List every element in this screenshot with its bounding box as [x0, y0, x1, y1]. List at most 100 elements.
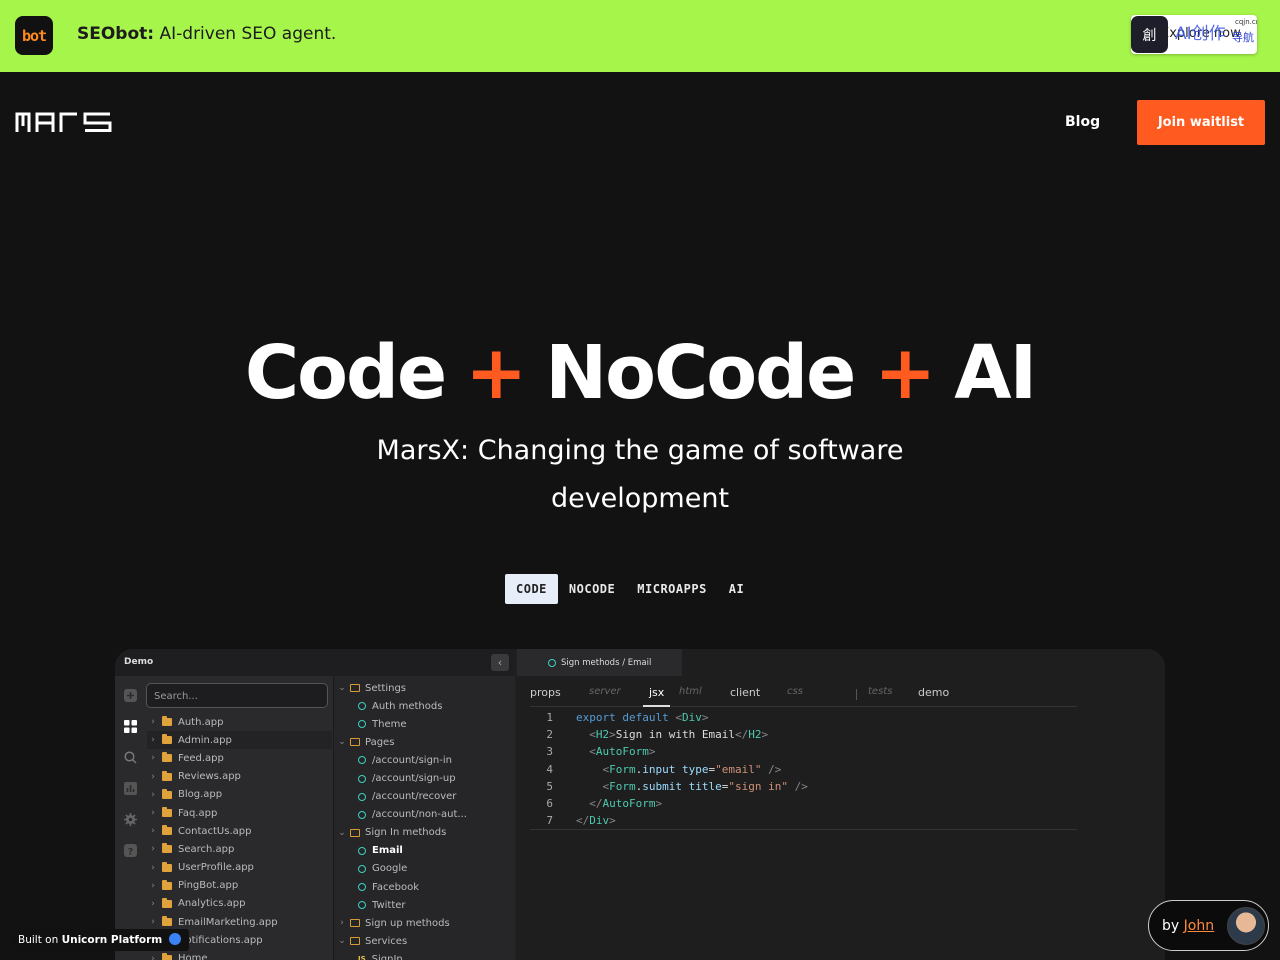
author-link[interactable]: John	[1184, 918, 1214, 934]
tree-item[interactable]: Facebook	[336, 878, 516, 896]
code-line: 3 < AutoForm >	[530, 743, 1077, 760]
tree-label: Settings	[365, 682, 407, 694]
editor-tab-props[interactable]: props	[530, 686, 561, 699]
app-list-item[interactable]: › Admin.app	[147, 731, 332, 750]
app-name: Blog.app	[178, 789, 223, 801]
tree-folder[interactable]: ⌄ Pages	[336, 733, 516, 751]
tree-item[interactable]: Twitter	[336, 896, 516, 914]
editor-sub-tabs: props server jsx html client css tests demo	[530, 684, 1077, 707]
editor-tab-client[interactable]: client	[730, 686, 760, 699]
tree-folder[interactable]: ⌄ Sign In methods	[336, 824, 516, 842]
component-icon	[358, 774, 366, 783]
tab-nocode[interactable]: NOCODE	[558, 574, 626, 604]
tree-item[interactable]: Google	[336, 860, 516, 878]
app-list-item[interactable]: › Analytics.app	[147, 895, 332, 913]
gear-icon[interactable]	[124, 813, 137, 826]
tree-folder[interactable]: ⌄ Settings	[336, 679, 516, 697]
code-token: <	[589, 745, 596, 759]
tree-item[interactable]: /account/sign-up	[336, 769, 516, 787]
tree-label: Email	[372, 845, 403, 857]
editor-tab-html[interactable]: html	[679, 686, 702, 697]
help-icon[interactable]: ?	[124, 844, 137, 857]
app-list-item[interactable]: › Reviews.app	[147, 768, 332, 786]
author-badge[interactable]: by John	[1148, 900, 1269, 951]
tab-microapps[interactable]: MICROAPPS	[626, 574, 718, 604]
chevron-right-icon: ›	[151, 826, 155, 837]
chevron-right-icon: ›	[151, 880, 155, 891]
folder-icon	[162, 843, 172, 854]
analytics-icon[interactable]	[124, 782, 137, 795]
code-line: 6 </AutoForm >	[530, 795, 1077, 812]
chevron-right-icon: ›	[151, 753, 155, 764]
nav-blog-link[interactable]: Blog	[1065, 114, 1100, 130]
tree-folder[interactable]: › Sign up methods	[336, 914, 516, 932]
app-name: ContactUs.app	[178, 825, 252, 837]
code-token: AutoForm	[602, 797, 656, 811]
editor-tab-css[interactable]: css	[787, 686, 803, 697]
editor-tab-tests[interactable]: tests	[868, 686, 892, 697]
add-icon[interactable]	[124, 689, 137, 702]
tab-code[interactable]: CODE	[505, 574, 558, 604]
editor-tab-server[interactable]: server	[589, 686, 621, 697]
editor-tab-demo[interactable]: demo	[918, 686, 949, 699]
folder-icon	[162, 897, 172, 908]
app-list-item[interactable]: › UserProfile.app	[147, 859, 332, 877]
explore-cn-sub: 导航	[1232, 31, 1254, 44]
app-list-item[interactable]: › Blog.app	[147, 786, 332, 804]
app-list-item[interactable]: › ContactUs.app	[147, 822, 332, 840]
tab-ai[interactable]: AI	[718, 574, 755, 604]
unicorn-icon	[168, 933, 181, 945]
tree-item[interactable]: Auth methods	[336, 697, 516, 715]
app-name: Faq.app	[178, 807, 218, 819]
collapse-sidebar-button[interactable]: ‹	[491, 654, 509, 671]
tree-item[interactable]: /account/non-aut...	[336, 806, 516, 824]
code-token: <	[675, 711, 682, 725]
join-waitlist-button[interactable]: Join waitlist	[1137, 100, 1265, 145]
app-list-item[interactable]: › Home	[147, 949, 332, 960]
tree-label: Auth methods	[372, 700, 443, 712]
svg-text:?: ?	[128, 847, 133, 857]
app-list-item[interactable]: › Search.app	[147, 840, 332, 858]
tree-item[interactable]: /account/sign-in	[336, 751, 516, 769]
mars-logo[interactable]	[15, 112, 112, 132]
app-name: PingBot.app	[178, 880, 239, 892]
component-icon	[358, 810, 366, 819]
explore-now-button[interactable]: 創 Explore now AI创作 导航 cqjn.cn	[1131, 15, 1257, 54]
code-token: >	[761, 728, 769, 742]
app-list-item[interactable]: › Feed.app	[147, 749, 332, 767]
tree-item[interactable]: Email	[336, 842, 516, 860]
chevron-right-icon: ›	[151, 771, 155, 782]
tree-label: Google	[372, 863, 408, 875]
app-list-item[interactable]: › Faq.app	[147, 804, 332, 822]
built-on-badge[interactable]: Built on Unicorn Platform	[10, 929, 189, 951]
promo-banner[interactable]: bot SEObot: AI-driven SEO agent. 創 Explo…	[0, 0, 1280, 72]
chevron-right-icon: ›	[151, 717, 155, 728]
code-block[interactable]: 1 export default < Div >2 < H2 > Sign in with …	[530, 709, 1077, 829]
tree-folder[interactable]: ⌄ Services	[336, 932, 516, 950]
demo-title: Demo	[124, 657, 154, 667]
app-list-item[interactable]: › PingBot.app	[147, 877, 332, 895]
editor-tab-jsx[interactable]: jsx	[642, 686, 671, 707]
code-token: </	[576, 814, 590, 828]
app-list-item[interactable]: › Auth.app	[147, 713, 332, 731]
tree-item[interactable]: Theme	[336, 715, 516, 733]
editor-file-tab[interactable]: Sign methods / Email	[517, 649, 682, 676]
tree-label: Twitter	[372, 899, 406, 911]
chevron-right-icon: ›	[151, 735, 155, 746]
demo-search-input[interactable]	[146, 683, 328, 708]
tree-item[interactable]: /account/recover	[336, 788, 516, 806]
folder-icon	[162, 952, 172, 960]
demo-search-field[interactable]	[147, 685, 327, 708]
tree-item[interactable]: JS SignIn	[336, 950, 516, 960]
chevron-right-icon: ›	[151, 917, 155, 928]
folder-icon	[162, 770, 172, 781]
code-token: />	[761, 762, 782, 776]
code-token: .	[635, 779, 643, 793]
code-token: title	[688, 779, 722, 793]
apps-grid-icon[interactable]	[124, 720, 137, 733]
code-token: <	[602, 779, 610, 793]
search-icon[interactable]	[124, 751, 137, 764]
component-icon	[358, 720, 366, 729]
code-token: >	[609, 814, 616, 828]
